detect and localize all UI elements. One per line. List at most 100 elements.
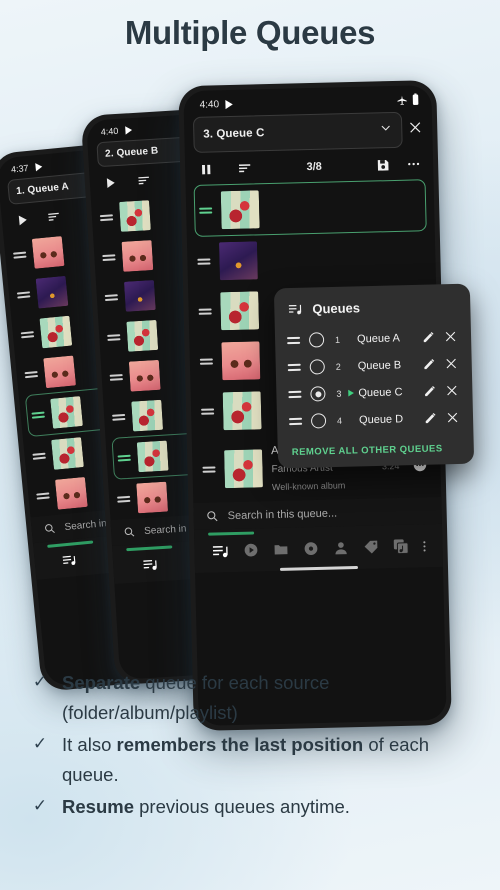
drag-handle-icon[interactable] bbox=[20, 330, 35, 339]
nav-album-icon[interactable] bbox=[295, 540, 325, 558]
album-art bbox=[136, 481, 169, 514]
album-art bbox=[220, 291, 260, 331]
drag-handle-icon[interactable] bbox=[198, 308, 212, 316]
drag-handle-icon[interactable] bbox=[102, 254, 116, 262]
edit-icon[interactable] bbox=[418, 357, 440, 371]
queue-name: Queue A bbox=[356, 331, 401, 345]
drag-handle-icon[interactable] bbox=[99, 214, 114, 222]
track-row[interactable] bbox=[187, 231, 436, 287]
queues-dialog: Queues 1 Queue A 2 Queue B 3 Queue C 4 Q… bbox=[273, 283, 475, 469]
queue-radio[interactable] bbox=[310, 413, 327, 429]
bullet-bold: Resume bbox=[62, 795, 134, 817]
close-icon[interactable] bbox=[406, 120, 424, 139]
album-art bbox=[35, 275, 69, 309]
sort-icon[interactable] bbox=[46, 209, 61, 224]
play-icon[interactable] bbox=[15, 213, 29, 227]
album-art bbox=[121, 240, 154, 272]
edit-icon[interactable] bbox=[418, 384, 440, 398]
feature-bullet-list: ✓ Separate queue for each source (folder… bbox=[0, 668, 500, 824]
drag-handle-icon[interactable] bbox=[288, 417, 303, 426]
drag-handle-icon[interactable] bbox=[31, 411, 45, 419]
sort-icon[interactable] bbox=[136, 173, 151, 188]
album-art bbox=[126, 319, 159, 352]
bullet-text: Resume previous queues anytime. bbox=[62, 792, 482, 822]
album-art bbox=[131, 399, 164, 432]
delete-queue-icon[interactable] bbox=[441, 411, 463, 425]
drag-handle-icon[interactable] bbox=[24, 370, 39, 379]
nav-queue-icon[interactable] bbox=[124, 555, 176, 574]
nav-folder-icon[interactable] bbox=[265, 541, 295, 559]
drag-handle-icon[interactable] bbox=[288, 390, 302, 399]
album-art bbox=[39, 315, 73, 349]
nav-playlist-icon[interactable] bbox=[385, 538, 415, 556]
nav-artist-icon[interactable] bbox=[325, 539, 355, 557]
album-art bbox=[136, 440, 169, 473]
album-art bbox=[50, 396, 83, 429]
queue-position-count: 3/8 bbox=[306, 160, 322, 173]
overflow-icon[interactable] bbox=[406, 156, 421, 171]
save-icon[interactable] bbox=[376, 158, 390, 172]
queue-radio-selected[interactable] bbox=[310, 386, 326, 402]
queue-number: 2 bbox=[335, 361, 341, 372]
queue-selector-label: 3. Queue C bbox=[203, 127, 265, 141]
nav-queue-icon[interactable] bbox=[205, 541, 235, 560]
sort-icon[interactable] bbox=[237, 160, 252, 175]
bullet-item: ✓ It also remembers the last position of… bbox=[18, 730, 482, 790]
nav-queue-icon[interactable] bbox=[45, 550, 94, 569]
bullet-bold: remembers the last position bbox=[116, 733, 364, 755]
drag-handle-icon[interactable] bbox=[197, 258, 211, 266]
drag-handle-icon[interactable] bbox=[202, 466, 216, 474]
nav-genre-tag-icon[interactable] bbox=[355, 538, 385, 556]
drag-handle-icon[interactable] bbox=[104, 293, 119, 302]
edit-icon[interactable] bbox=[417, 330, 439, 344]
drag-handle-icon[interactable] bbox=[287, 363, 301, 372]
queue-selector[interactable]: 3. Queue C bbox=[192, 111, 403, 153]
queue-selector-label: 1. Queue A bbox=[15, 181, 70, 198]
queue-number: 4 bbox=[336, 415, 343, 426]
queue-name: Queue C bbox=[358, 385, 403, 399]
queue-radio[interactable] bbox=[309, 359, 325, 375]
track-row-selected[interactable] bbox=[193, 179, 427, 237]
drag-handle-icon[interactable] bbox=[13, 251, 27, 260]
drag-handle-icon[interactable] bbox=[112, 413, 126, 422]
status-time: 4:37 bbox=[10, 162, 29, 175]
drag-handle-icon[interactable] bbox=[199, 207, 213, 215]
bullet-item: ✓ Separate queue for each source (folder… bbox=[18, 668, 482, 728]
queue-number: 3 bbox=[336, 388, 342, 399]
remove-all-other-queues-button[interactable]: REMOVE ALL OTHER QUEUES bbox=[277, 431, 474, 461]
drag-handle-icon[interactable] bbox=[199, 358, 213, 366]
queues-dialog-title: Queues bbox=[312, 300, 361, 317]
drag-handle-icon[interactable] bbox=[32, 452, 46, 461]
pause-icon[interactable] bbox=[199, 162, 213, 176]
edit-icon[interactable] bbox=[419, 411, 441, 425]
chevron-down-icon[interactable] bbox=[379, 121, 392, 139]
nav-play-icon[interactable] bbox=[235, 541, 265, 559]
status-time: 4:40 bbox=[199, 98, 220, 111]
queue-radio[interactable] bbox=[308, 332, 325, 348]
drag-handle-icon[interactable] bbox=[16, 291, 31, 299]
drag-handle-icon[interactable] bbox=[117, 495, 131, 503]
delete-queue-icon[interactable] bbox=[440, 357, 462, 371]
track-album: Well-known album bbox=[271, 480, 346, 493]
drag-handle-icon[interactable] bbox=[287, 336, 301, 345]
album-art bbox=[224, 449, 263, 489]
queue-number: 1 bbox=[334, 334, 341, 345]
drag-handle-icon[interactable] bbox=[201, 408, 215, 416]
drag-handle-icon[interactable] bbox=[107, 333, 121, 342]
drag-handle-icon[interactable] bbox=[117, 454, 131, 462]
album-art bbox=[119, 200, 151, 232]
delete-queue-icon[interactable] bbox=[439, 330, 461, 344]
drag-handle-icon[interactable] bbox=[109, 373, 123, 382]
bullet-text: It also remembers the last position of e… bbox=[62, 730, 482, 790]
bullet-bold: Separate bbox=[62, 672, 141, 693]
search-placeholder: Search in this queue... bbox=[227, 506, 338, 522]
drag-handle-icon[interactable] bbox=[36, 492, 50, 500]
album-art bbox=[54, 476, 88, 510]
queue-selector-label: 2. Queue B bbox=[104, 145, 159, 160]
search-icon bbox=[124, 527, 135, 537]
queue-selector-row: 3. Queue C bbox=[184, 108, 433, 156]
play-icon[interactable] bbox=[103, 176, 117, 190]
nav-overflow-icon[interactable] bbox=[415, 539, 433, 553]
delete-queue-icon[interactable] bbox=[440, 384, 462, 398]
bullet-text: Separate queue for each source (folder/a… bbox=[62, 668, 482, 728]
